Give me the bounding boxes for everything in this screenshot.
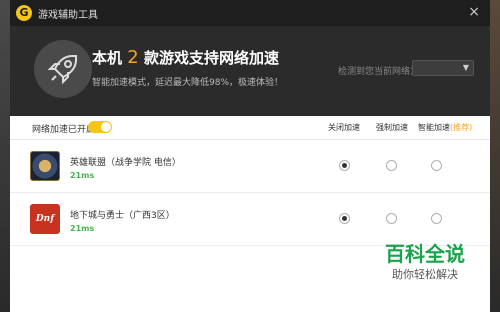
desktop-background-right	[490, 0, 500, 312]
network-select[interactable]: ▼	[412, 60, 474, 76]
radio-smart[interactable]	[431, 213, 442, 224]
recommended-tag: (推荐)	[450, 123, 473, 132]
game-count: 2	[127, 47, 139, 68]
radio-smart[interactable]	[431, 160, 442, 171]
accel-status-label: 网络加速已开启	[32, 125, 96, 135]
header-banner: 本机 2 款游戏支持网络加速 智能加速模式，延迟最大降低98%，极速体验！ 检测…	[10, 26, 490, 116]
headline-prefix: 本机	[92, 49, 123, 67]
dungeon-fighter-icon: Dnf	[30, 204, 60, 234]
accel-toggle[interactable]	[88, 121, 112, 133]
title-bar[interactable]: G 游戏辅助工具 ×	[10, 0, 490, 26]
radio-force[interactable]	[386, 213, 397, 224]
subline: 智能加速模式，延迟最大降低98%，极速体验！	[92, 78, 284, 88]
window-title: 游戏辅助工具	[38, 10, 98, 21]
radio-force[interactable]	[386, 160, 397, 171]
watermark: 百科全说 助你轻松解决	[370, 238, 480, 288]
desktop-background-left	[0, 0, 10, 312]
game-name: 英雄联盟（战争学院 电信）	[70, 158, 181, 168]
app-window: G 游戏辅助工具 × 本机 2 款游戏支持网络加速 智能加速模式，延迟最大降低9…	[10, 0, 490, 312]
radio-off[interactable]	[339, 213, 350, 224]
column-smart: 智能加速(推荐)	[418, 122, 472, 133]
headline: 本机 2 款游戏支持网络加速	[92, 47, 279, 68]
headline-suffix: 款游戏支持网络加速	[143, 49, 279, 67]
game-name: 地下城与勇士（广西3区）	[70, 211, 175, 221]
accel-toolbar: 网络加速已开启 关闭加速 强制加速 智能加速(推荐)	[10, 116, 490, 140]
game-ping: 21ms	[70, 224, 95, 233]
watermark-subtitle: 助你轻松解决	[392, 268, 458, 281]
column-force: 强制加速	[376, 123, 408, 132]
column-smart-label: 智能加速	[418, 123, 450, 132]
close-button[interactable]: ×	[468, 4, 480, 20]
watermark-title: 百科全说	[385, 242, 465, 266]
network-detect-label: 检测到您当前网络为	[338, 67, 420, 77]
rocket-icon	[34, 40, 92, 98]
column-off: 关闭加速	[328, 123, 360, 132]
radio-off[interactable]	[339, 160, 350, 171]
game-ping: 21ms	[70, 171, 95, 180]
app-logo-icon: G	[16, 5, 32, 21]
game-row-lol: 英雄联盟（战争学院 电信） 21ms	[10, 141, 490, 193]
toggle-knob	[101, 122, 111, 132]
chevron-down-icon: ▼	[462, 63, 469, 72]
league-of-legends-icon	[30, 151, 60, 181]
